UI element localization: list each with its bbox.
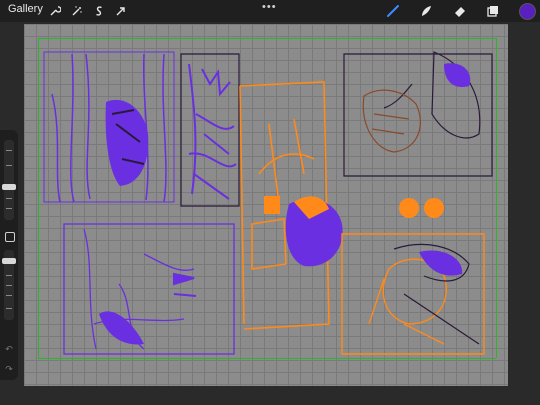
sketch-artwork: [43, 51, 493, 355]
transform-arrow-icon[interactable]: [112, 2, 130, 20]
color-picker-swatch[interactable]: [519, 3, 536, 20]
slider-tick: [6, 198, 12, 199]
panel-top-right: [343, 51, 493, 177]
smudge-icon[interactable]: [417, 2, 435, 20]
opacity-knob[interactable]: [2, 258, 16, 264]
left-sidebar: ↶ ↷: [0, 130, 18, 380]
panel-bottom-left: [63, 223, 235, 355]
slider-tick: [6, 208, 12, 209]
brush-icon[interactable]: [384, 2, 402, 20]
slider-tick: [6, 275, 12, 276]
top-toolbar: Gallery •••: [0, 0, 540, 22]
slider-tick: [6, 308, 12, 309]
eraser-icon[interactable]: [451, 2, 469, 20]
brush-size-knob[interactable]: [2, 184, 16, 190]
drawing-canvas[interactable]: [24, 24, 508, 386]
wrench-icon[interactable]: [46, 2, 64, 20]
slider-tick: [6, 295, 12, 296]
slider-tick: [6, 165, 12, 166]
more-options-button[interactable]: •••: [262, 1, 277, 13]
selection-s-icon[interactable]: [90, 2, 108, 20]
slider-tick: [6, 285, 12, 286]
slider-tick: [6, 150, 12, 151]
layers-icon[interactable]: [484, 2, 502, 20]
panel-bottom-right: [341, 233, 485, 355]
magic-wand-icon[interactable]: [68, 2, 86, 20]
modify-button[interactable]: [5, 232, 15, 242]
gallery-button[interactable]: Gallery: [8, 3, 43, 15]
undo-button[interactable]: ↶: [4, 344, 14, 354]
redo-button[interactable]: ↷: [4, 364, 14, 374]
